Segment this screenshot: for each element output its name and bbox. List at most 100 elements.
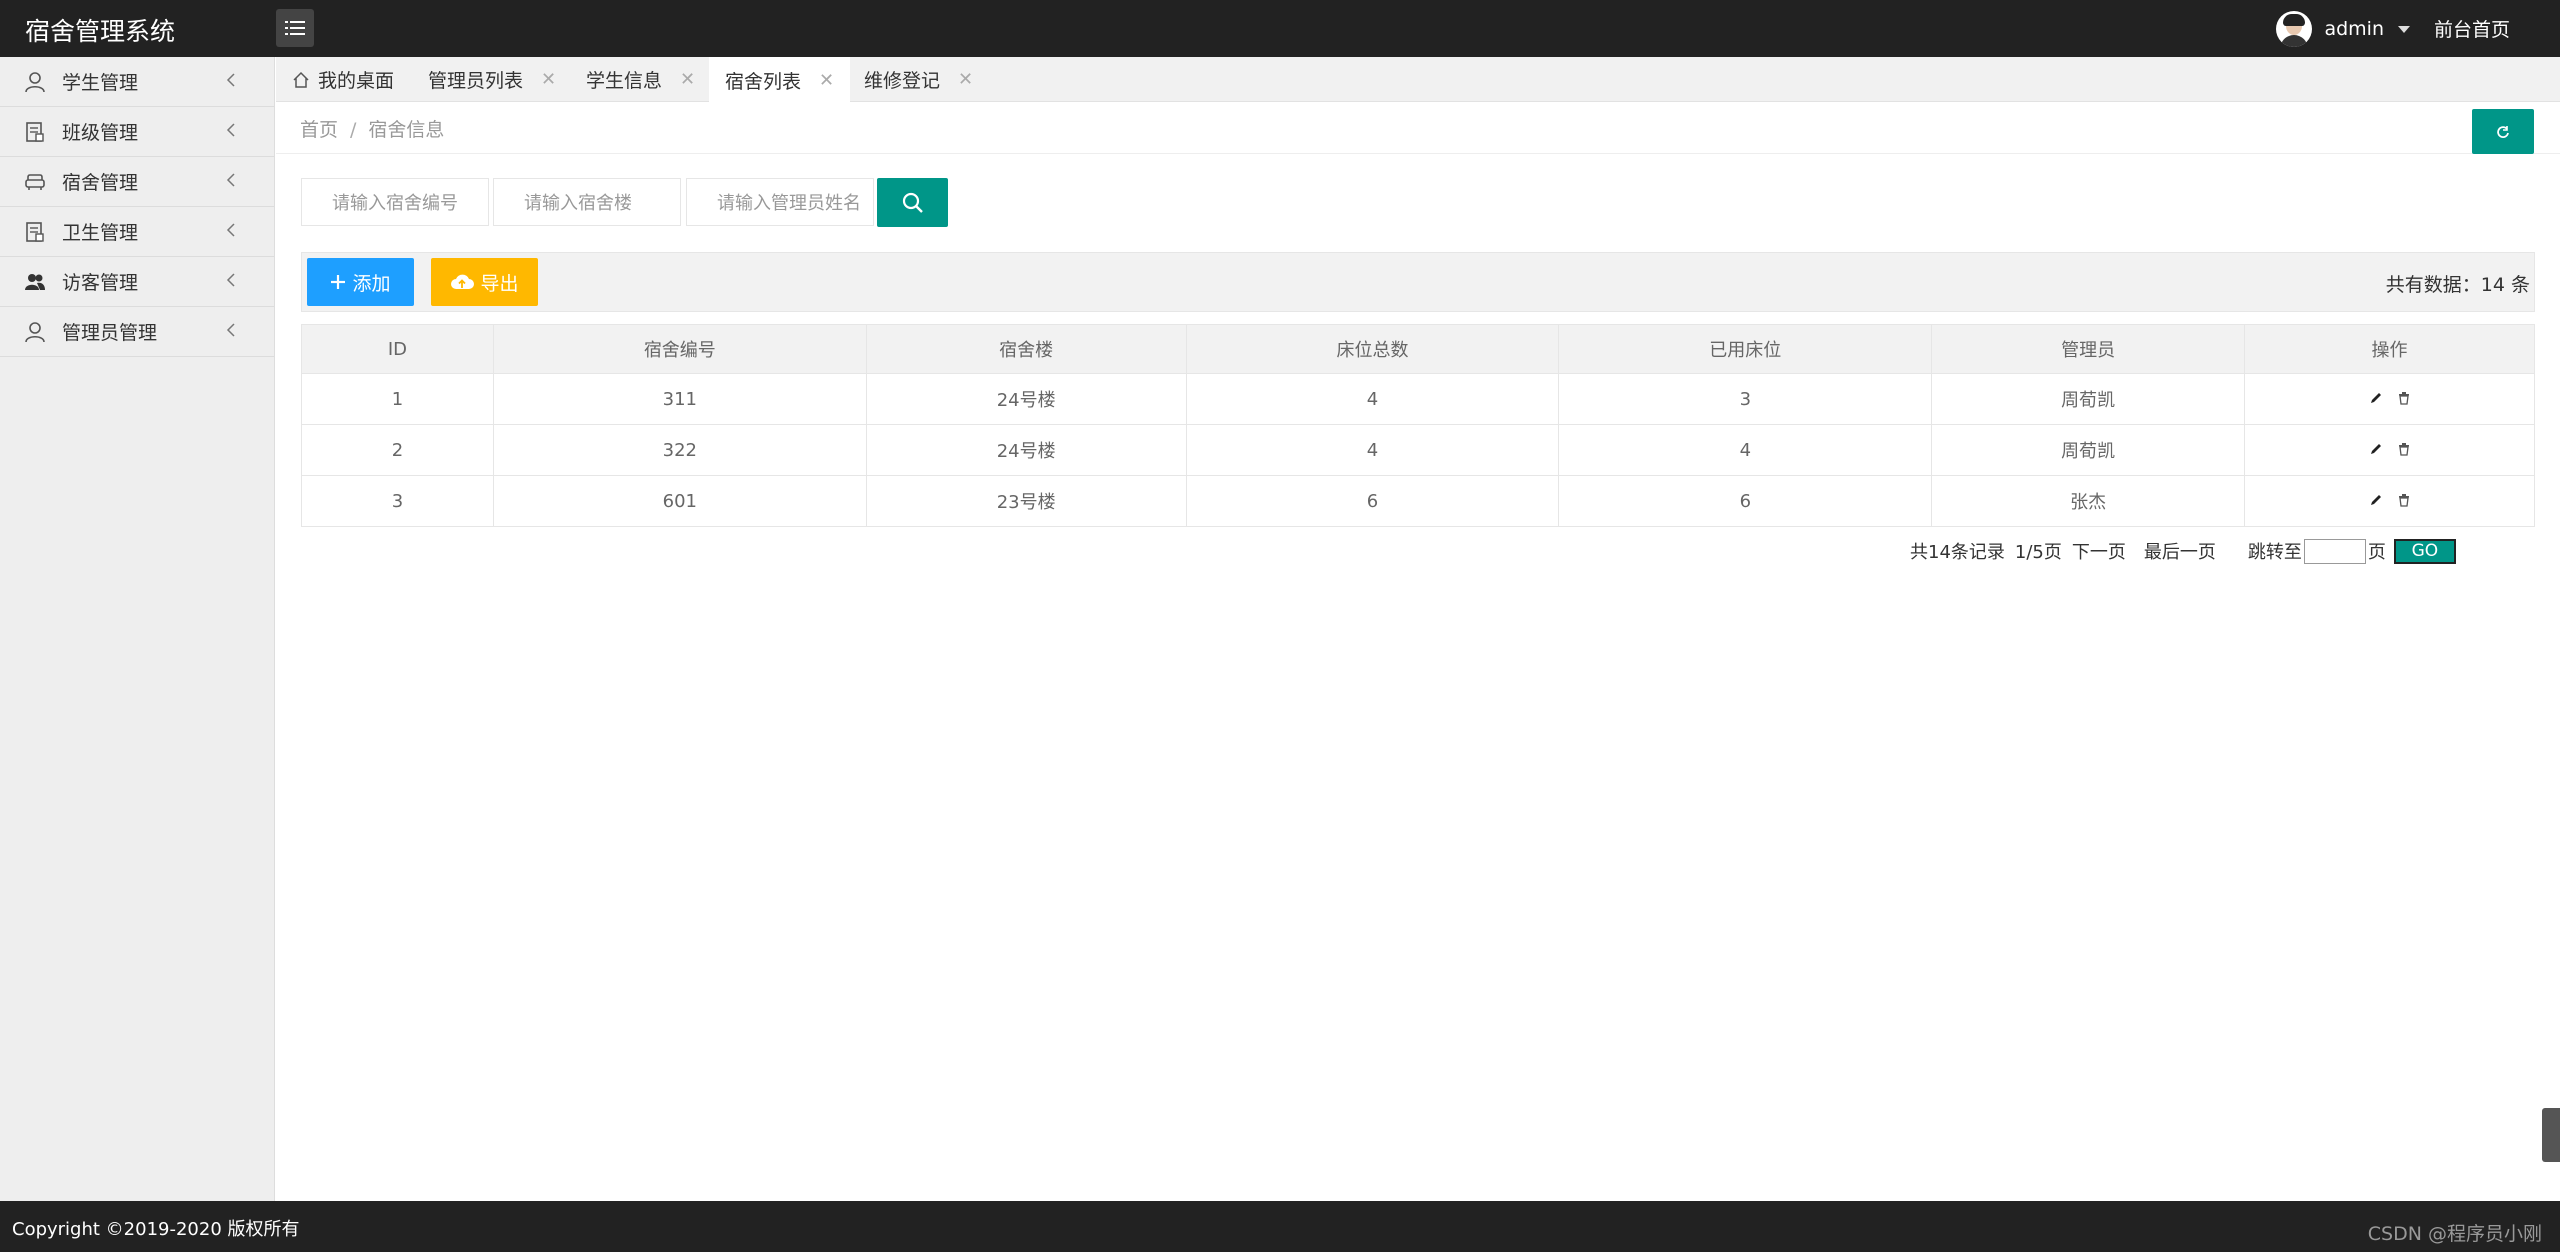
close-icon[interactable]: ✕ <box>819 70 834 91</box>
edit-icon[interactable] <box>2369 442 2383 456</box>
cell-manager: 周荀凯 <box>1931 424 2246 476</box>
column-header: 宿舍楼 <box>865 324 1187 374</box>
dorm-table: ID 宿舍编号 宿舍楼 床位总数 已用床位 管理员 操作 1 311 24号楼 … <box>301 324 2535 527</box>
close-icon[interactable]: ✕ <box>680 69 695 90</box>
cell-actions <box>2244 424 2535 476</box>
sofa-icon <box>24 171 46 193</box>
add-button[interactable]: 添加 <box>307 258 414 306</box>
sidebar-item-label: 卫生管理 <box>62 222 139 244</box>
tab-my-desktop[interactable]: 我的桌面 <box>276 57 410 102</box>
last-page-link[interactable]: 最后一页 <box>2144 538 2216 564</box>
sidebar-item-students[interactable]: 学生管理 <box>0 57 274 107</box>
edit-icon[interactable] <box>2369 493 2383 507</box>
person-icon <box>24 321 46 343</box>
next-page-link[interactable]: 下一页 <box>2072 538 2126 564</box>
app-logo[interactable]: 宿舍管理系统 <box>25 12 175 48</box>
tab-repair-register[interactable]: 维修登记 ✕ <box>848 57 989 102</box>
sidebar-item-hygiene[interactable]: 卫生管理 <box>0 207 274 257</box>
breadcrumb-home[interactable]: 首页 <box>300 119 338 141</box>
delete-icon[interactable] <box>2397 442 2411 456</box>
tab-label: 宿舍列表 <box>725 70 802 93</box>
cell-building: 23号楼 <box>865 475 1187 527</box>
cell-dorm-number: 601 <box>492 475 867 527</box>
page-suffix: 页 <box>2367 542 2386 563</box>
cell-used-beds: 3 <box>1558 373 1933 425</box>
refresh-button[interactable] <box>2472 109 2534 154</box>
breadcrumb-bar: 首页 / 宿舍信息 <box>276 102 2560 154</box>
edit-icon[interactable] <box>2369 391 2383 405</box>
column-header: 已用床位 <box>1558 324 1933 374</box>
tab-admin-list[interactable]: 管理员列表 ✕ <box>412 57 572 102</box>
table-row: 1 311 24号楼 4 3 周荀凯 <box>301 373 2535 425</box>
sidebar: 学生管理 班级管理 宿舍管理 卫生管理 访客管理 管理员管理 <box>0 57 275 1201</box>
delete-icon[interactable] <box>2397 493 2411 507</box>
chevron-left-icon <box>226 273 235 287</box>
menu-toggle-button[interactable] <box>276 9 314 47</box>
footer: Copyright ©2019-2020 版权所有 CSDN @程序员小刚 <box>0 1201 2560 1252</box>
refresh-icon <box>2497 125 2509 138</box>
cell-id: 2 <box>301 424 494 476</box>
document-icon <box>24 121 46 143</box>
search-button[interactable] <box>877 178 948 227</box>
export-button-label: 导出 <box>480 272 519 295</box>
sidebar-item-admins[interactable]: 管理员管理 <box>0 307 274 357</box>
cell-total-beds: 4 <box>1185 424 1560 476</box>
dorm-number-input[interactable]: 请输入宿舍编号 <box>301 178 489 226</box>
close-icon[interactable]: ✕ <box>958 69 973 90</box>
cell-actions <box>2244 373 2535 425</box>
watermark-text: CSDN @程序员小刚 <box>2367 1223 2542 1245</box>
avatar[interactable] <box>2276 11 2313 47</box>
table-row: 2 322 24号楼 4 4 周荀凯 <box>301 424 2535 476</box>
jump-page-input[interactable] <box>2303 538 2366 564</box>
pagination: 共14条记录 1/5页 下一页 最后一页 跳转至 页 GO <box>1910 537 2456 565</box>
sidebar-item-label: 访客管理 <box>62 272 139 294</box>
sidebar-item-dorms[interactable]: 宿舍管理 <box>0 157 274 207</box>
record-count: 共14条记录 <box>1910 542 2005 563</box>
sidebar-item-visitors[interactable]: 访客管理 <box>0 257 274 307</box>
search-icon <box>902 192 923 213</box>
toolbar: 添加 导出 共有数据：14 条 <box>301 252 2535 312</box>
chevron-left-icon <box>226 323 235 337</box>
chevron-left-icon <box>226 223 235 237</box>
cell-manager: 张杰 <box>1931 475 2246 527</box>
column-header: 床位总数 <box>1185 324 1560 374</box>
user-menu[interactable]: admin <box>2276 11 2410 47</box>
close-icon[interactable]: ✕ <box>541 69 556 90</box>
cloud-upload-icon <box>451 274 475 289</box>
cell-dorm-number: 311 <box>492 373 867 425</box>
table-header-row: ID 宿舍编号 宿舍楼 床位总数 已用床位 管理员 操作 <box>301 324 2535 374</box>
sidebar-item-label: 班级管理 <box>62 122 139 144</box>
tab-student-info[interactable]: 学生信息 ✕ <box>570 57 711 102</box>
export-button[interactable]: 导出 <box>431 258 538 306</box>
breadcrumb-separator: / <box>350 119 357 141</box>
plus-icon <box>331 275 346 289</box>
tab-label: 管理员列表 <box>428 70 524 92</box>
tab-label: 维修登记 <box>864 70 941 92</box>
sidebar-item-classes[interactable]: 班级管理 <box>0 107 274 157</box>
jump-label: 跳转至 <box>2247 542 2302 563</box>
table-row: 3 601 23号楼 6 6 张杰 <box>301 475 2535 527</box>
front-home-link[interactable]: 前台首页 <box>2434 15 2510 42</box>
go-button[interactable]: GO <box>2393 538 2456 564</box>
tab-bar: 我的桌面 管理员列表 ✕ 学生信息 ✕ 宿舍列表 ✕ 维修登记 ✕ <box>276 57 2560 103</box>
cell-id: 1 <box>301 373 494 425</box>
side-scroll-handle[interactable] <box>2542 1108 2560 1162</box>
total-count: 共有数据：14 条 <box>2385 274 2530 296</box>
caret-down-icon[interactable] <box>2398 25 2410 33</box>
cell-dorm-number: 322 <box>492 424 867 476</box>
building-input[interactable]: 请输入宿舍楼 <box>493 178 681 226</box>
tab-dorm-list[interactable]: 宿舍列表 ✕ <box>709 57 851 103</box>
column-header: 管理员 <box>1931 324 2246 374</box>
manager-name-input[interactable]: 请输入管理员姓名 <box>686 178 874 226</box>
list-icon <box>285 21 305 35</box>
chevron-left-icon <box>226 173 235 187</box>
cell-building: 24号楼 <box>865 373 1187 425</box>
delete-icon[interactable] <box>2397 391 2411 405</box>
breadcrumb-current: 宿舍信息 <box>368 119 445 141</box>
column-header: ID <box>301 324 494 374</box>
user-name[interactable]: admin <box>2324 18 2384 40</box>
person-icon <box>24 71 46 93</box>
cell-used-beds: 6 <box>1558 475 1933 527</box>
page-info: 1/5页 <box>2014 542 2062 563</box>
cell-actions <box>2244 475 2535 527</box>
